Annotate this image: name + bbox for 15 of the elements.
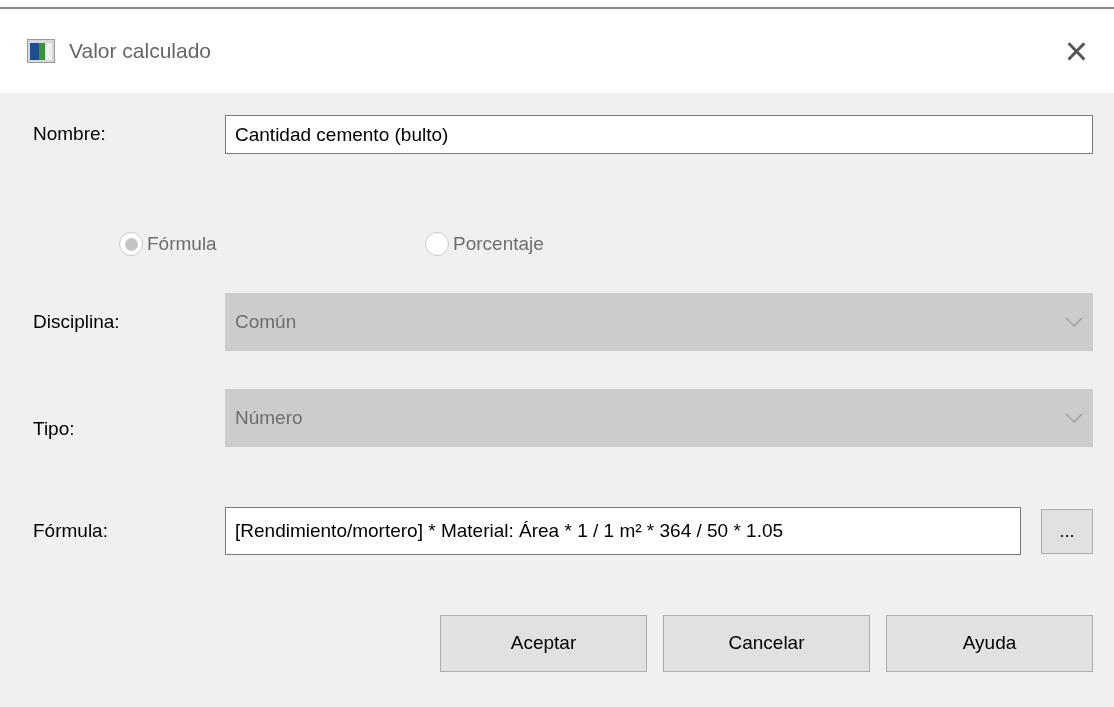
dialog-button[interactable]: Ayuda [886, 615, 1093, 672]
window-title: Valor calculado [69, 38, 212, 65]
close-button[interactable]: × [1060, 31, 1092, 71]
browse-button[interactable]: ... [1041, 508, 1093, 554]
chevron-down-icon [1065, 413, 1083, 423]
app-icon [27, 39, 55, 63]
chevron-down-icon [1065, 317, 1083, 327]
name-field[interactable]: Cantidad cemento (bulto) [225, 115, 1093, 154]
dialog-button[interactable]: Aceptar [440, 615, 647, 672]
field-label: Fórmula: [33, 518, 109, 543]
field-label: Disciplina: [33, 309, 121, 334]
dialog-button[interactable]: Cancelar [663, 615, 870, 672]
field-label: Tipo: [33, 416, 76, 441]
formula-field[interactable]: [Rendimiento/mortero] * Material: Área * 1 / 1 m² * 364 / 50 * 1.05 [225, 507, 1021, 555]
field-label: Nombre: [33, 122, 107, 147]
